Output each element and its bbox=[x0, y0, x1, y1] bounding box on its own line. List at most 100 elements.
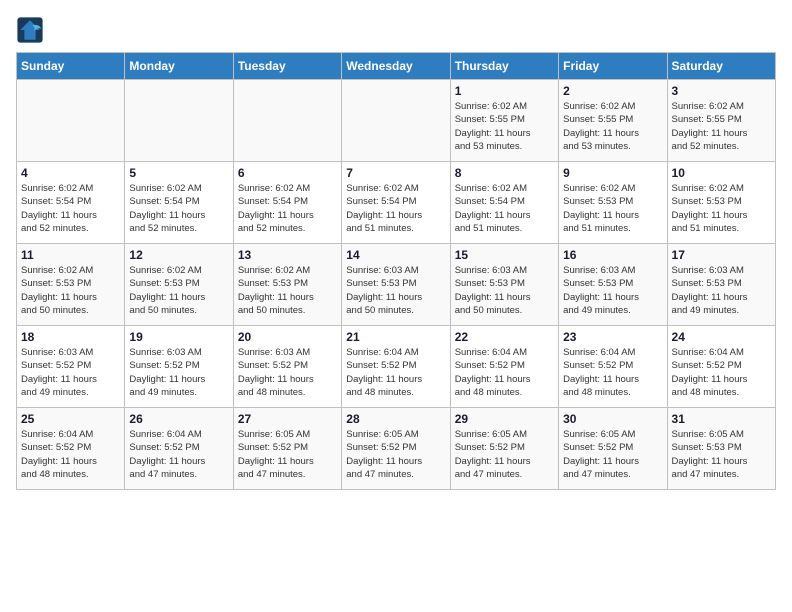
day-info: Sunrise: 6:03 AM Sunset: 5:52 PM Dayligh… bbox=[21, 346, 120, 399]
day-info: Sunrise: 6:04 AM Sunset: 5:52 PM Dayligh… bbox=[563, 346, 662, 399]
day-info: Sunrise: 6:02 AM Sunset: 5:53 PM Dayligh… bbox=[672, 182, 771, 235]
calendar-cell bbox=[342, 80, 450, 162]
calendar-cell: 10 Sunrise: 6:02 AM Sunset: 5:53 PM Dayli… bbox=[667, 162, 775, 244]
day-info: Sunrise: 6:04 AM Sunset: 5:52 PM Dayligh… bbox=[672, 346, 771, 399]
col-header-wednesday: Wednesday bbox=[342, 53, 450, 80]
day-number: 2 bbox=[563, 84, 662, 98]
calendar-cell: 5 Sunrise: 6:02 AM Sunset: 5:54 PM Daylig… bbox=[125, 162, 233, 244]
day-number: 17 bbox=[672, 248, 771, 262]
day-info: Sunrise: 6:05 AM Sunset: 5:52 PM Dayligh… bbox=[346, 428, 445, 481]
logo-icon bbox=[16, 16, 44, 44]
day-number: 6 bbox=[238, 166, 337, 180]
day-info: Sunrise: 6:02 AM Sunset: 5:53 PM Dayligh… bbox=[21, 264, 120, 317]
day-info: Sunrise: 6:03 AM Sunset: 5:53 PM Dayligh… bbox=[672, 264, 771, 317]
day-info: Sunrise: 6:05 AM Sunset: 5:52 PM Dayligh… bbox=[455, 428, 554, 481]
week-row-3: 11 Sunrise: 6:02 AM Sunset: 5:53 PM Dayli… bbox=[17, 244, 776, 326]
day-number: 31 bbox=[672, 412, 771, 426]
calendar-cell: 11 Sunrise: 6:02 AM Sunset: 5:53 PM Dayli… bbox=[17, 244, 125, 326]
day-number: 21 bbox=[346, 330, 445, 344]
day-number: 14 bbox=[346, 248, 445, 262]
day-info: Sunrise: 6:04 AM Sunset: 5:52 PM Dayligh… bbox=[129, 428, 228, 481]
calendar-cell: 26 Sunrise: 6:04 AM Sunset: 5:52 PM Dayli… bbox=[125, 408, 233, 490]
day-info: Sunrise: 6:05 AM Sunset: 5:52 PM Dayligh… bbox=[563, 428, 662, 481]
calendar-cell bbox=[125, 80, 233, 162]
page-header bbox=[16, 16, 776, 44]
day-number: 8 bbox=[455, 166, 554, 180]
day-info: Sunrise: 6:02 AM Sunset: 5:54 PM Dayligh… bbox=[238, 182, 337, 235]
calendar-cell: 16 Sunrise: 6:03 AM Sunset: 5:53 PM Dayli… bbox=[559, 244, 667, 326]
calendar-cell: 21Sunrise: 6:04 AM Sunset: 5:52 PM Dayli… bbox=[342, 326, 450, 408]
day-number: 3 bbox=[672, 84, 771, 98]
col-header-thursday: Thursday bbox=[450, 53, 558, 80]
col-header-saturday: Saturday bbox=[667, 53, 775, 80]
calendar-cell: 28 Sunrise: 6:05 AM Sunset: 5:52 PM Dayli… bbox=[342, 408, 450, 490]
calendar-cell: 22Sunrise: 6:04 AM Sunset: 5:52 PM Dayli… bbox=[450, 326, 558, 408]
calendar-cell: 7Sunrise: 6:02 AM Sunset: 5:54 PM Daylig… bbox=[342, 162, 450, 244]
day-info: Sunrise: 6:03 AM Sunset: 5:53 PM Dayligh… bbox=[346, 264, 445, 317]
day-info: Sunrise: 6:04 AM Sunset: 5:52 PM Dayligh… bbox=[455, 346, 554, 399]
calendar-cell: 12 Sunrise: 6:02 AM Sunset: 5:53 PM Dayli… bbox=[125, 244, 233, 326]
week-row-2: 4 Sunrise: 6:02 AM Sunset: 5:54 PM Daylig… bbox=[17, 162, 776, 244]
day-info: Sunrise: 6:04 AM Sunset: 5:52 PM Dayligh… bbox=[21, 428, 120, 481]
col-header-tuesday: Tuesday bbox=[233, 53, 341, 80]
day-number: 16 bbox=[563, 248, 662, 262]
calendar-cell: 4Sunrise: 6:02 AM Sunset: 5:54 PM Daylig… bbox=[17, 162, 125, 244]
calendar-cell: 9 Sunrise: 6:02 AM Sunset: 5:53 PM Daylig… bbox=[559, 162, 667, 244]
calendar-cell: 30 Sunrise: 6:05 AM Sunset: 5:52 PM Dayli… bbox=[559, 408, 667, 490]
calendar-cell: 25 Sunrise: 6:04 AM Sunset: 5:52 PM Dayli… bbox=[17, 408, 125, 490]
day-number: 28 bbox=[346, 412, 445, 426]
calendar-cell: 19 Sunrise: 6:03 AM Sunset: 5:52 PM Dayli… bbox=[125, 326, 233, 408]
day-number: 26 bbox=[129, 412, 228, 426]
week-row-5: 25 Sunrise: 6:04 AM Sunset: 5:52 PM Dayli… bbox=[17, 408, 776, 490]
calendar-cell: 18Sunrise: 6:03 AM Sunset: 5:52 PM Dayli… bbox=[17, 326, 125, 408]
calendar-cell bbox=[233, 80, 341, 162]
header-row: SundayMondayTuesdayWednesdayThursdayFrid… bbox=[17, 53, 776, 80]
calendar-cell: 6 Sunrise: 6:02 AM Sunset: 5:54 PM Daylig… bbox=[233, 162, 341, 244]
day-number: 11 bbox=[21, 248, 120, 262]
logo bbox=[16, 16, 50, 44]
day-number: 25 bbox=[21, 412, 120, 426]
day-number: 10 bbox=[672, 166, 771, 180]
day-info: Sunrise: 6:02 AM Sunset: 5:54 PM Dayligh… bbox=[129, 182, 228, 235]
day-number: 24 bbox=[672, 330, 771, 344]
day-info: Sunrise: 6:02 AM Sunset: 5:53 PM Dayligh… bbox=[563, 182, 662, 235]
day-info: Sunrise: 6:05 AM Sunset: 5:52 PM Dayligh… bbox=[238, 428, 337, 481]
day-number: 29 bbox=[455, 412, 554, 426]
col-header-friday: Friday bbox=[559, 53, 667, 80]
day-number: 30 bbox=[563, 412, 662, 426]
week-row-1: 1 Sunrise: 6:02 AM Sunset: 5:55 PM Daylig… bbox=[17, 80, 776, 162]
day-number: 7 bbox=[346, 166, 445, 180]
day-info: Sunrise: 6:03 AM Sunset: 5:52 PM Dayligh… bbox=[129, 346, 228, 399]
day-info: Sunrise: 6:02 AM Sunset: 5:55 PM Dayligh… bbox=[672, 100, 771, 153]
day-number: 19 bbox=[129, 330, 228, 344]
calendar-cell: 1 Sunrise: 6:02 AM Sunset: 5:55 PM Daylig… bbox=[450, 80, 558, 162]
calendar-cell: 14 Sunrise: 6:03 AM Sunset: 5:53 PM Dayli… bbox=[342, 244, 450, 326]
col-header-sunday: Sunday bbox=[17, 53, 125, 80]
calendar-cell: 27 Sunrise: 6:05 AM Sunset: 5:52 PM Dayli… bbox=[233, 408, 341, 490]
day-info: Sunrise: 6:03 AM Sunset: 5:53 PM Dayligh… bbox=[455, 264, 554, 317]
day-number: 5 bbox=[129, 166, 228, 180]
calendar-cell: 15 Sunrise: 6:03 AM Sunset: 5:53 PM Dayli… bbox=[450, 244, 558, 326]
day-number: 15 bbox=[455, 248, 554, 262]
calendar-cell: 29 Sunrise: 6:05 AM Sunset: 5:52 PM Dayli… bbox=[450, 408, 558, 490]
day-number: 23 bbox=[563, 330, 662, 344]
day-number: 20 bbox=[238, 330, 337, 344]
calendar-cell: 23 Sunrise: 6:04 AM Sunset: 5:52 PM Dayli… bbox=[559, 326, 667, 408]
day-info: Sunrise: 6:02 AM Sunset: 5:55 PM Dayligh… bbox=[455, 100, 554, 153]
day-number: 1 bbox=[455, 84, 554, 98]
day-number: 12 bbox=[129, 248, 228, 262]
day-info: Sunrise: 6:02 AM Sunset: 5:53 PM Dayligh… bbox=[129, 264, 228, 317]
day-number: 27 bbox=[238, 412, 337, 426]
calendar-cell: 3 Sunrise: 6:02 AM Sunset: 5:55 PM Daylig… bbox=[667, 80, 775, 162]
day-number: 4 bbox=[21, 166, 120, 180]
calendar-cell: 8Sunrise: 6:02 AM Sunset: 5:54 PM Daylig… bbox=[450, 162, 558, 244]
day-number: 13 bbox=[238, 248, 337, 262]
day-info: Sunrise: 6:03 AM Sunset: 5:52 PM Dayligh… bbox=[238, 346, 337, 399]
day-info: Sunrise: 6:02 AM Sunset: 5:53 PM Dayligh… bbox=[238, 264, 337, 317]
week-row-4: 18Sunrise: 6:03 AM Sunset: 5:52 PM Dayli… bbox=[17, 326, 776, 408]
day-number: 9 bbox=[563, 166, 662, 180]
calendar-cell bbox=[17, 80, 125, 162]
day-info: Sunrise: 6:03 AM Sunset: 5:53 PM Dayligh… bbox=[563, 264, 662, 317]
col-header-monday: Monday bbox=[125, 53, 233, 80]
calendar-cell: 13 Sunrise: 6:02 AM Sunset: 5:53 PM Dayli… bbox=[233, 244, 341, 326]
